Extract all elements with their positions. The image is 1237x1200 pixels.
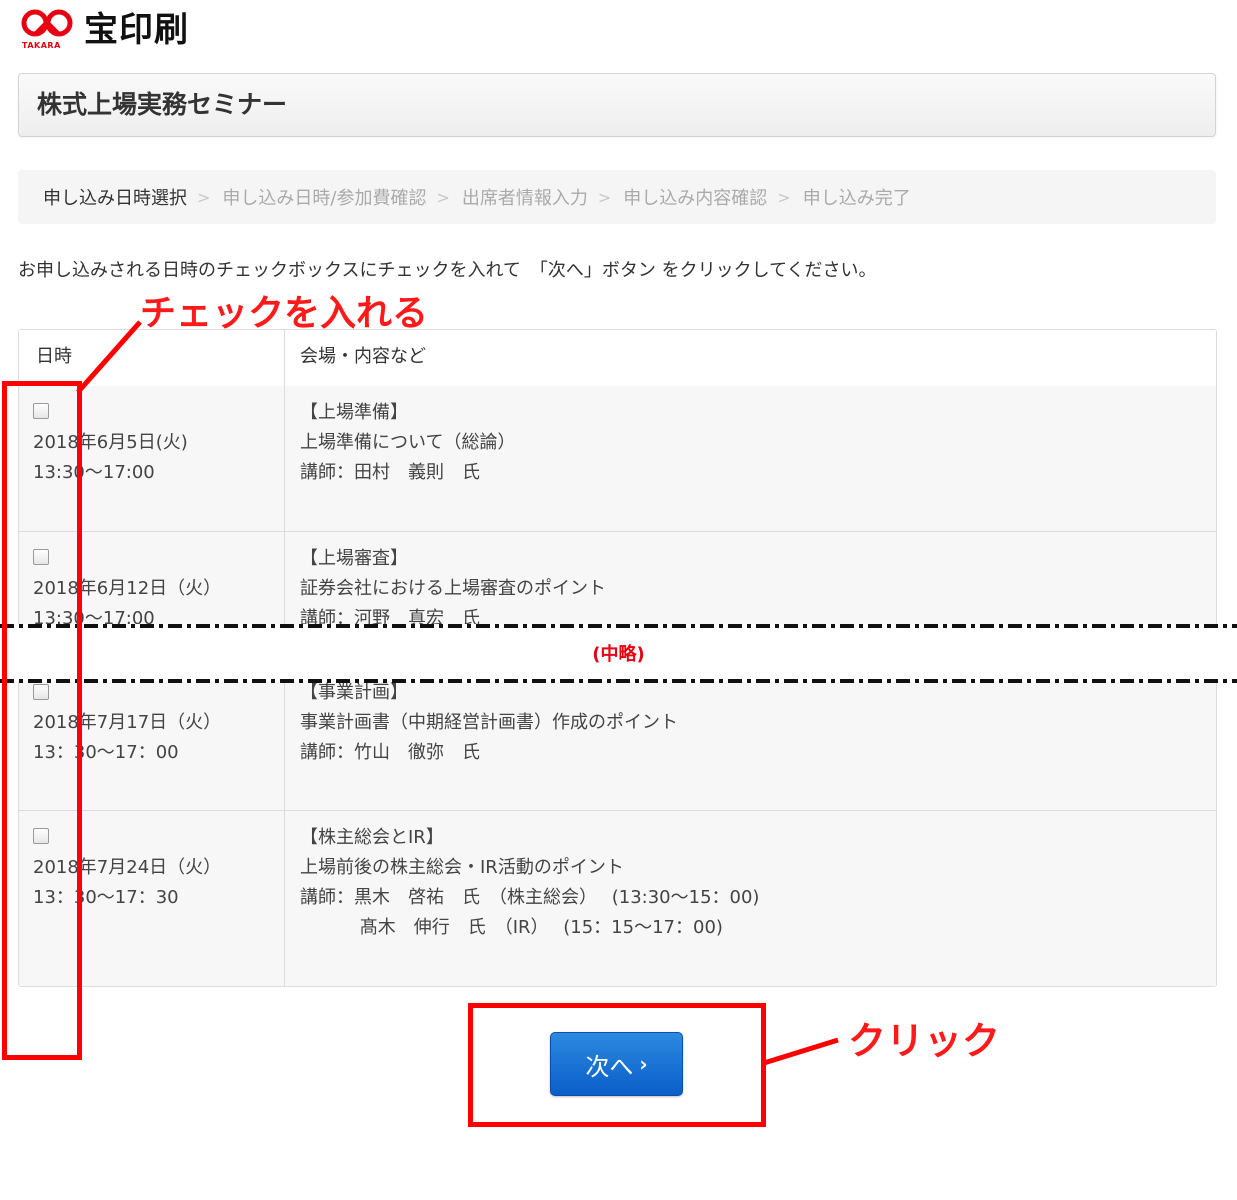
session-lecturer: 講師：竹山 徹弥 氏 — [300, 742, 480, 763]
annotation-click-pointer — [763, 1037, 839, 1066]
table-header: 日時 会場・内容など — [19, 330, 1216, 387]
logo-sub-text: TAKARA — [22, 41, 61, 50]
instruction-text: お申し込みされる日時のチェックボックスにチェックを入れて 「次へ」ボタン をクリ… — [18, 260, 877, 281]
chevron-right-icon: > — [777, 187, 791, 207]
session-lecturer-2: 髙木 伸行 氏 （IR） (15：15〜17：00) — [300, 917, 723, 938]
header-datetime: 日時 — [36, 346, 72, 367]
session-topic: 上場準備について（総論） — [300, 432, 516, 453]
session-lecturer: 講師：黒木 啓祐 氏 （株主総会） (13:30〜15：00) — [300, 887, 760, 908]
annotation-check-label: チェックを入れる — [140, 293, 429, 334]
annotation-pointer-line — [76, 320, 142, 394]
annotation-button-highlight — [468, 1003, 766, 1127]
session-category: 【株主総会とIR】 — [300, 827, 444, 848]
breadcrumb-step-1: 申し込み日時選択 — [43, 188, 187, 209]
annotation-click-label: クリック — [848, 1019, 1001, 1063]
session-content: 【上場審査】 証券会社における上場審査のポイント 講師：河野 真宏 氏 — [300, 544, 606, 634]
takara-logo-mark-icon: TAKARA — [18, 8, 78, 50]
table-row: 2018年7月17日（火） 13：30〜17：00 【事業計画】 事業計画書（中… — [19, 666, 1216, 811]
table-row: 2018年6月5日(火) 13:30〜17:00 【上場準備】 上場準備について… — [19, 386, 1216, 532]
chevron-right-icon: > — [197, 187, 211, 207]
breadcrumb-step-2: 申し込み日時/参加費確認 — [222, 188, 427, 209]
annotation-checkbox-highlight — [2, 381, 82, 1060]
breadcrumb-step-4: 申し込み内容確認 — [623, 188, 768, 209]
breadcrumb: 申し込み日時選択 > 申し込み日時/参加費確認 > 出席者情報入力 > 申し込み… — [18, 170, 1216, 224]
session-category: 【上場審査】 — [300, 548, 408, 569]
session-content: 【事業計画】 事業計画書（中期経営計画書）作成のポイント 講師：竹山 徹弥 氏 — [300, 678, 678, 768]
logo-brand-text: 宝印刷 — [84, 10, 189, 50]
session-content: 【上場準備】 上場準備について（総論） 講師：田村 義則 氏 — [300, 398, 515, 488]
header-venue-content: 会場・内容など — [300, 346, 426, 367]
breadcrumb-step-3: 出席者情報入力 — [461, 188, 588, 209]
page-title: 株式上場実務セミナー — [37, 90, 288, 119]
company-logo[interactable]: TAKARA 宝印刷 — [18, 8, 189, 50]
session-topic: 事業計画書（中期経営計画書）作成のポイント — [300, 712, 678, 733]
session-content: 【株主総会とIR】 上場前後の株主総会・IR活動のポイント 講師：黒木 啓祐 氏… — [300, 823, 759, 943]
session-lecturer: 講師：田村 義則 氏 — [300, 462, 480, 483]
session-topic: 上場前後の株主総会・IR活動のポイント — [300, 857, 624, 878]
session-category: 【上場準備】 — [300, 402, 408, 423]
table-row: 2018年7月24日（火） 13：30〜17：30 【株主総会とIR】 上場前後… — [19, 811, 1216, 986]
chevron-right-icon: > — [597, 187, 612, 207]
omission-line-top — [0, 624, 1237, 628]
chevron-right-icon: > — [436, 187, 450, 207]
omission-label: (中略) — [592, 644, 645, 665]
session-topic: 証券会社における上場審査のポイント — [300, 578, 606, 599]
omission-line-bottom — [0, 679, 1237, 683]
breadcrumb-step-5: 申し込み完了 — [802, 188, 911, 209]
page-title-panel: 株式上場実務セミナー — [18, 73, 1216, 137]
